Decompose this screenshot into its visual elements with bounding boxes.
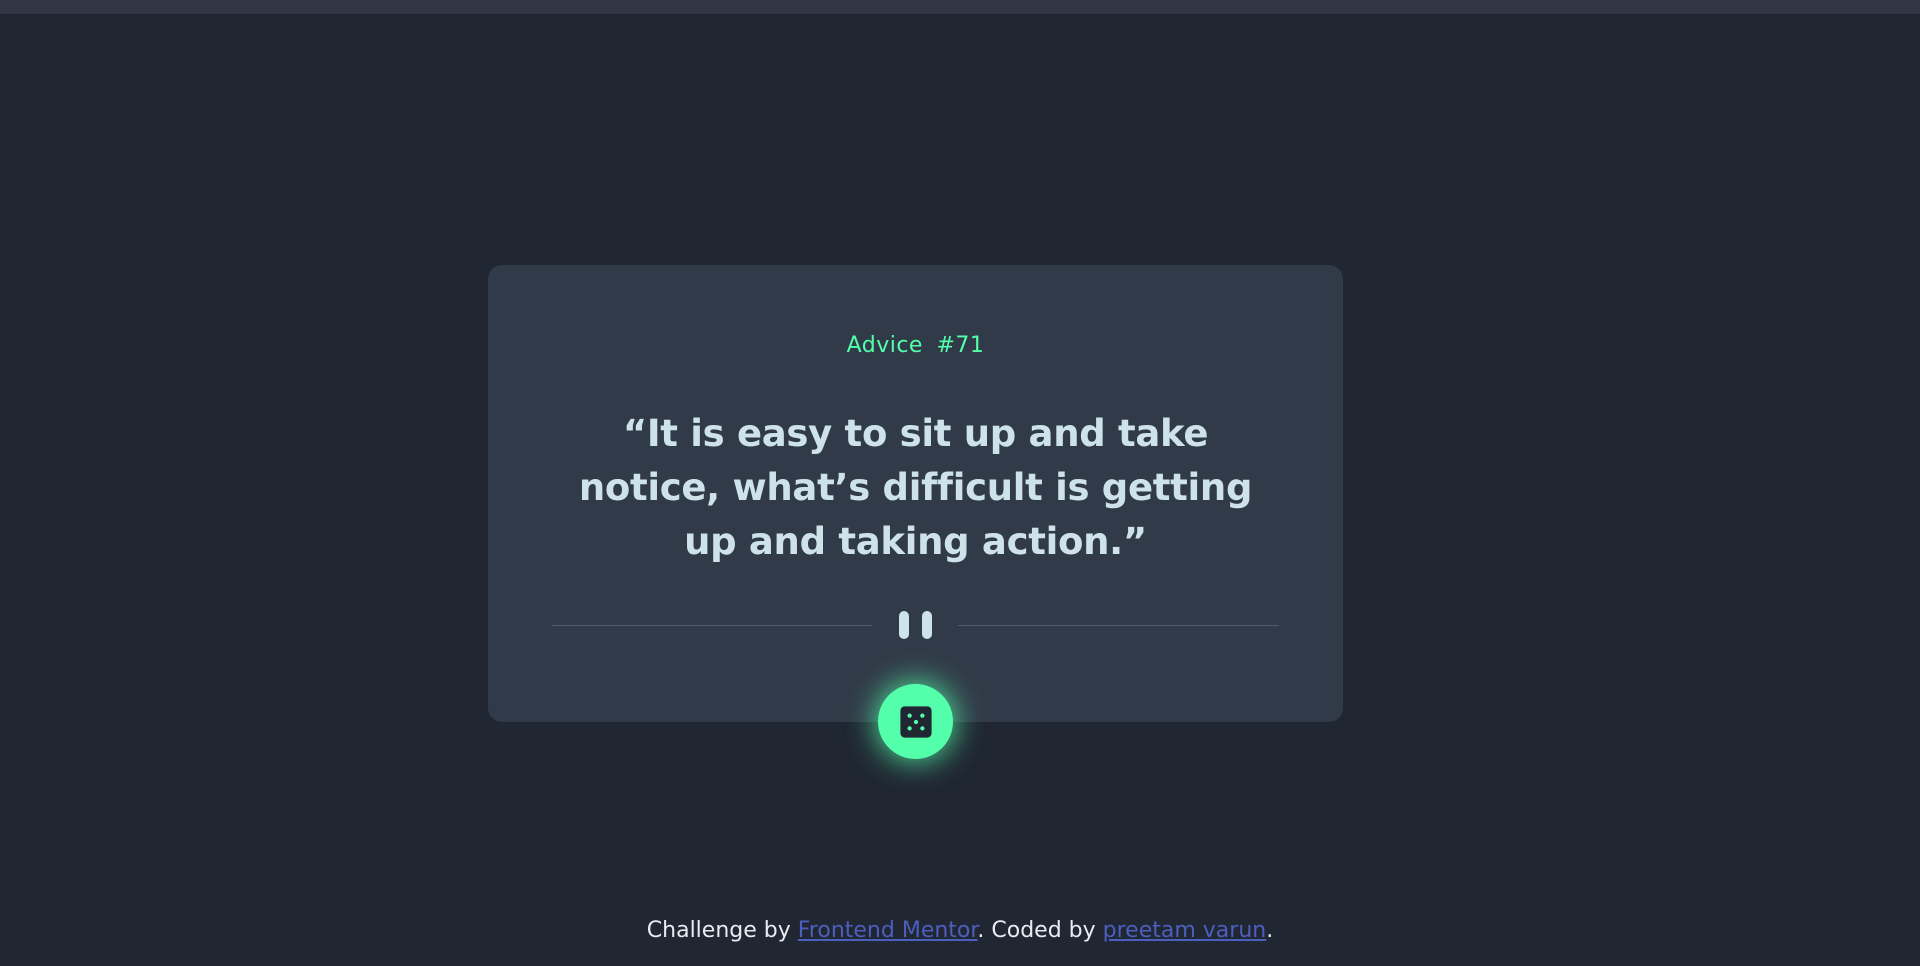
footer-prefix: Challenge by — [646, 918, 798, 943]
pause-bar-left — [899, 611, 909, 639]
divider-left-line — [552, 625, 872, 626]
advice-quote: “It is easy to sit up and take notice, w… — [578, 412, 1253, 563]
author-link[interactable]: preetam varun — [1103, 918, 1267, 943]
pause-bar-right — [922, 611, 932, 639]
advice-id: Advice #71 — [488, 333, 1343, 358]
dice-icon — [899, 705, 932, 738]
advice-number: #71 — [936, 333, 985, 358]
advice-card: Advice #71 “It is easy to sit up and tak… — [488, 265, 1343, 722]
pause-icon — [898, 611, 934, 639]
footer-middle: . Coded by — [977, 918, 1103, 943]
generate-advice-button[interactable] — [878, 684, 953, 759]
advice-label: Advice — [846, 333, 923, 358]
footer-suffix: . — [1266, 918, 1274, 943]
attribution-footer: Challenge by Frontend Mentor. Coded by p… — [0, 918, 1920, 943]
top-bar — [0, 0, 1920, 14]
divider-right-line — [958, 625, 1279, 626]
frontend-mentor-link[interactable]: Frontend Mentor — [798, 918, 978, 943]
